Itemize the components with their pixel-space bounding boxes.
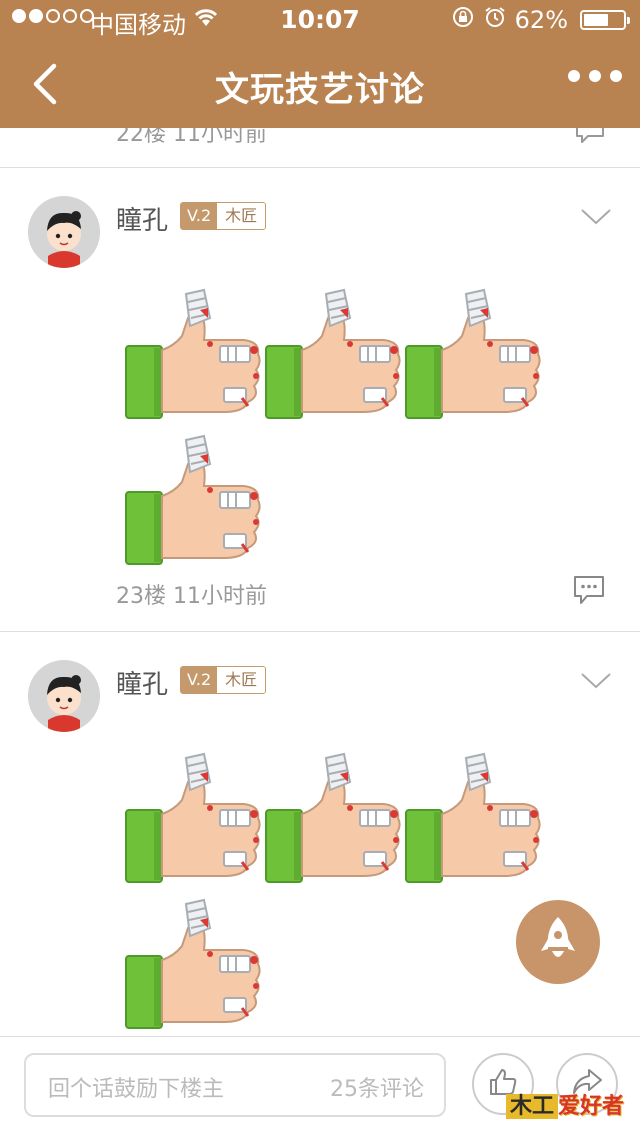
username[interactable]: 瞳孔 (116, 664, 168, 701)
comment-input[interactable]: 回个话鼓励下楼主 25条评论 (24, 1053, 446, 1117)
bandaged-thumbs-up-icon (124, 752, 264, 892)
user-level-badge: V.2 木匠 (180, 202, 267, 230)
thread-content[interactable]: 22楼 11小时前 瞳孔 V.2 木匠 23楼 11小时前 瞳孔 V.2 木匠 (0, 128, 640, 1036)
more-icon[interactable] (568, 70, 622, 82)
page-title: 文玩技艺讨论 (215, 70, 425, 110)
bandaged-thumbs-up-icon (404, 288, 544, 428)
post-item: 瞳孔 V.2 木匠 23楼 11小时前 (0, 168, 640, 632)
bandaged-thumbs-up-icon (124, 898, 264, 1036)
rocket-icon (538, 915, 578, 969)
comment-placeholder: 回个话鼓励下楼主 (48, 1077, 225, 1102)
alarm-icon (483, 5, 507, 35)
level-label: V.2 (181, 667, 218, 693)
rank-label: 木匠 (217, 203, 266, 229)
watermark-logo: 木工 爱好者 (506, 1088, 624, 1120)
comment-count[interactable]: 25条评论 (330, 1071, 424, 1103)
comment-icon[interactable] (574, 128, 606, 148)
previous-post-meta: 22楼 11小时前 (116, 128, 267, 147)
rank-label: 木匠 (217, 667, 266, 693)
bandaged-thumbs-up-icon (124, 434, 264, 574)
chevron-down-icon[interactable] (580, 672, 612, 694)
battery-icon (580, 10, 630, 30)
user-level-badge: V.2 木匠 (180, 666, 267, 694)
back-to-top-button[interactable] (516, 900, 600, 984)
avatar[interactable] (28, 660, 100, 732)
level-label: V.2 (181, 203, 218, 229)
post-meta: 23楼 11小时前 (116, 584, 267, 609)
battery-percent: 62% (514, 6, 568, 34)
bandaged-thumbs-up-icon (264, 752, 404, 892)
username[interactable]: 瞳孔 (116, 200, 168, 237)
navigation-bar: 文玩技艺讨论 (0, 40, 640, 128)
bandaged-thumbs-up-icon (404, 752, 544, 892)
watermark-part1: 木工 (506, 1094, 559, 1119)
bottom-bar: 回个话鼓励下楼主 25条评论 (0, 1036, 640, 1137)
status-bar: 中国移动 10:07 62% (0, 0, 640, 40)
bandaged-thumbs-up-icon (124, 288, 264, 428)
rotation-lock-icon (451, 5, 475, 35)
bandaged-thumbs-up-icon (264, 288, 404, 428)
avatar[interactable] (28, 196, 100, 268)
chevron-down-icon[interactable] (580, 208, 612, 230)
comment-icon[interactable] (572, 574, 606, 610)
watermark-part2: 爱好者 (558, 1094, 625, 1119)
